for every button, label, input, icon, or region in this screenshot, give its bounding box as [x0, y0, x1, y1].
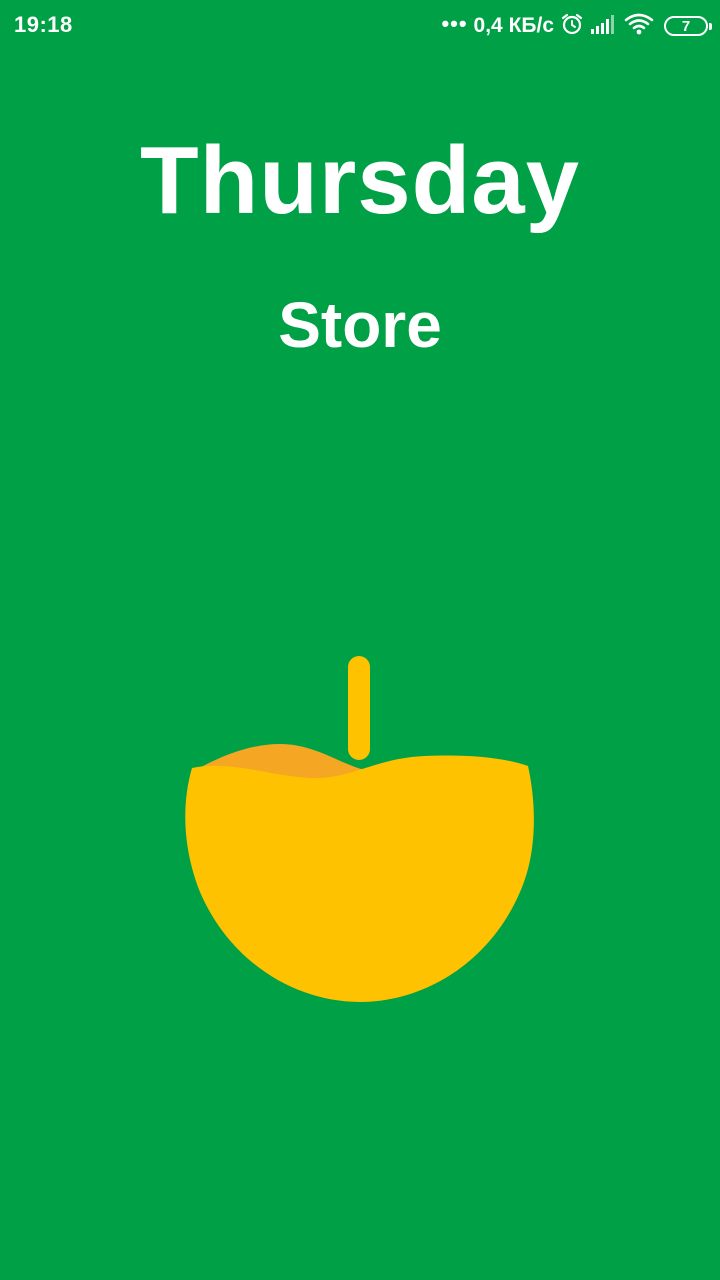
- status-icons: ••• 0,4 КБ/с 7: [441, 10, 712, 42]
- apple-bowl-logo: [180, 652, 540, 1008]
- battery-tip: [709, 23, 712, 30]
- battery-icon: 7: [664, 16, 712, 36]
- app-subtitle: Store: [278, 289, 442, 361]
- app-title: Thursday: [139, 127, 581, 234]
- wifi-icon: [624, 12, 654, 41]
- status-time: 19:18: [14, 12, 73, 37]
- battery-level: 7: [681, 17, 691, 35]
- logo-bowl: [185, 755, 534, 1002]
- signal-icon: [590, 13, 618, 40]
- network-speed: 0,4 КБ/с: [473, 14, 554, 37]
- logo-stem: [348, 656, 370, 760]
- status-bar: 19:18 ••• 0,4 КБ/с 7: [0, 0, 720, 52]
- alarm-icon: [560, 12, 584, 41]
- network-activity-dots: •••: [441, 11, 468, 36]
